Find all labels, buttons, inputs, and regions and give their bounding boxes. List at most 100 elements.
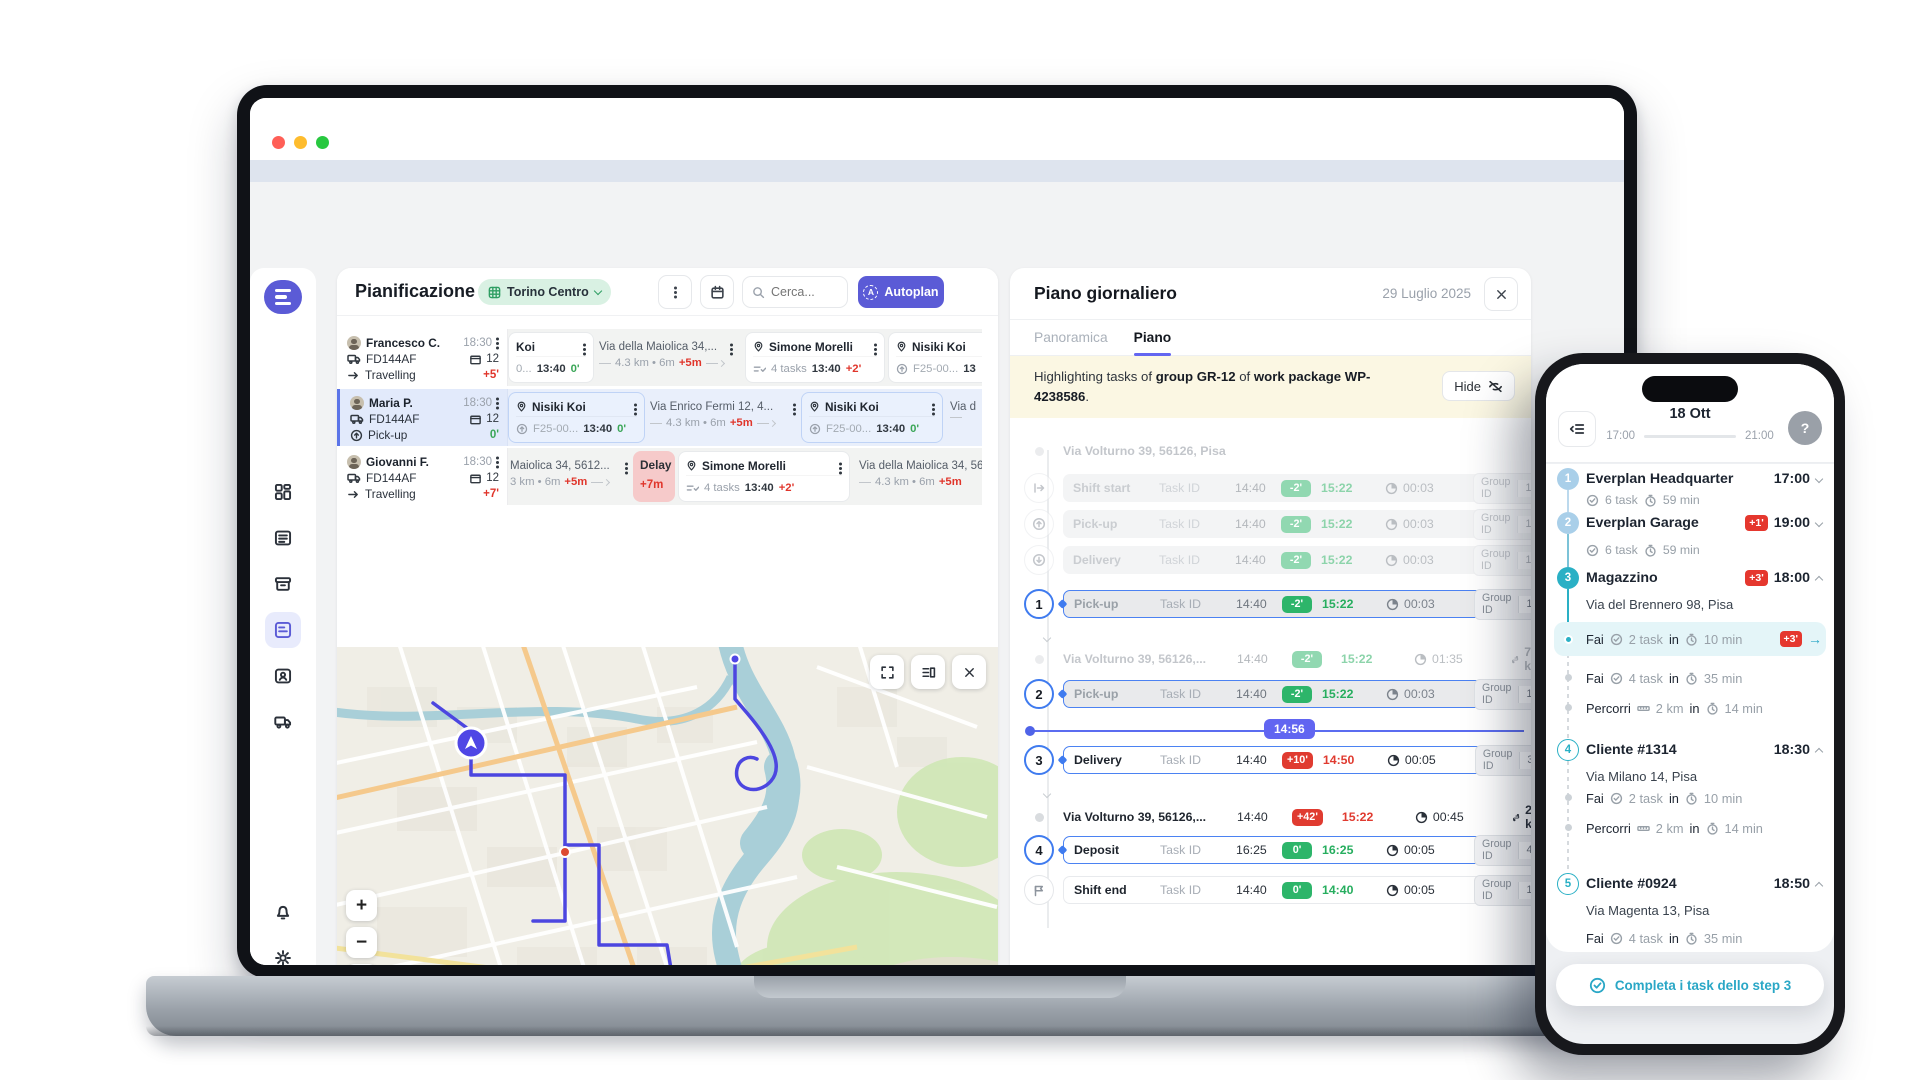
step-row-2[interactable]: 2 Pick-upTask ID14:40-2'15:2200:03Group … <box>1024 680 1524 708</box>
map-layers-button[interactable] <box>911 655 945 689</box>
kebab-icon[interactable] <box>496 461 499 464</box>
chevron-up-icon[interactable] <box>1815 576 1823 584</box>
driver-card[interactable]: Giovanni F.18:30 FD144AF12 Travelling+7' <box>337 448 508 505</box>
tab-panoramica[interactable]: Panoramica <box>1034 320 1108 355</box>
stop-card[interactable]: Koi 0...13:400' <box>508 332 594 383</box>
zoom-window-button[interactable] <box>316 136 329 149</box>
task-row-active[interactable]: Fai 2 task in 10 min +3'→ <box>1586 628 1822 650</box>
kebab-icon[interactable] <box>496 342 499 345</box>
stop-row[interactable]: Cliente #0924 18:50 <box>1586 872 1822 896</box>
travel-card[interactable]: Maiolica 34, 5612... 3 km • 6m+5m <box>508 451 630 502</box>
driver-card[interactable]: Francesco C.18:30 FD144AF12 Travelling+5… <box>337 329 508 386</box>
stop-row[interactable]: Everplan Garage +1'19:00 <box>1586 511 1822 535</box>
task-row-shift-start[interactable]: Shift startTask ID14:40-2'15:2200:03Grou… <box>1024 474 1524 502</box>
chevron-up-icon[interactable] <box>1815 748 1823 756</box>
autoplan-button[interactable]: A Autoplan <box>858 276 944 308</box>
plan-timeline[interactable]: Via Volturno 39, 56126, Pisa Shift start… <box>1010 418 1531 965</box>
driver-card[interactable]: Maria P.18:30 FD144AF12 Pick-up0' <box>337 389 508 446</box>
more-options-button[interactable] <box>658 275 692 309</box>
dispatch-rows: Francesco C.18:30 FD144AF12 Travelling+5… <box>337 316 982 516</box>
planning-panel: Pianificazione Torino Centro A Autoplan <box>337 268 998 965</box>
task-row[interactable]: Percorri 2 km in 14 min <box>1586 697 1822 719</box>
task-row[interactable]: Fai 4 task in 35 min <box>1586 927 1822 949</box>
task-row-pickup[interactable]: Pick-upTask ID14:40-2'15:2200:03Group ID… <box>1024 510 1524 538</box>
search-box[interactable] <box>742 276 848 308</box>
task-row[interactable]: Percorri 2 km in 14 min <box>1586 817 1822 839</box>
kebab-icon[interactable] <box>496 402 499 405</box>
kebab-icon[interactable] <box>839 467 842 470</box>
everplan-logo-icon[interactable] <box>264 280 302 314</box>
hide-highlight-button[interactable]: Hide <box>1442 371 1515 401</box>
kebab-icon[interactable] <box>625 467 628 470</box>
travel-row-1[interactable]: Via Volturno 39, 56126,...14:40-2'15:220… <box>1024 646 1524 672</box>
kebab-icon[interactable] <box>730 348 733 351</box>
rail-dot <box>1035 655 1044 664</box>
driver-row-maria[interactable]: Maria P.18:30 FD144AF12 Pick-up0' Nisiki… <box>337 389 982 446</box>
sidebar-item-orders[interactable] <box>265 520 301 556</box>
go-arrow-icon[interactable]: → <box>1808 632 1822 646</box>
complete-step-tasks-button[interactable]: Completa i task dello step 3 <box>1556 964 1824 1006</box>
stop-row[interactable]: Everplan Headquarter 17:00 <box>1586 467 1822 491</box>
sidebar-item-planning[interactable] <box>265 612 301 648</box>
stop-card-selected[interactable]: Nisiki Koi F25-00...13:400' <box>801 392 943 443</box>
app-background: Pianificazione Torino Centro A Autoplan <box>250 182 1624 965</box>
calendar-button[interactable] <box>700 275 734 309</box>
stop-row[interactable]: Magazzino +3'18:00 <box>1586 566 1822 590</box>
travel-card[interactable]: Via d <box>948 392 982 443</box>
stop-row[interactable]: Cliente #1314 18:30 <box>1586 738 1822 762</box>
task-row[interactable]: Fai 4 task in 35 min <box>1586 667 1822 689</box>
search-input[interactable] <box>771 285 835 299</box>
task-row[interactable]: Fai 2 task in 10 min <box>1586 787 1822 809</box>
driver-row-francesco[interactable]: Francesco C.18:30 FD144AF12 Travelling+5… <box>337 329 982 386</box>
zoom-out-button[interactable]: − <box>346 927 377 958</box>
close-window-button[interactable] <box>272 136 285 149</box>
stop-summary: 6 task 59 min <box>1586 491 1822 509</box>
step-row-1[interactable]: 1 Pick-upTask ID14:40-2'15:2200:03Group … <box>1024 590 1524 618</box>
settings-button[interactable] <box>265 940 301 965</box>
zone-selector[interactable]: Torino Centro <box>478 279 611 305</box>
fit-bounds-button[interactable] <box>346 964 377 965</box>
map[interactable]: + − <box>337 647 998 965</box>
laptop-screen: Pianificazione Torino Centro A Autoplan <box>250 98 1624 965</box>
task-row-delivery[interactable]: DeliveryTask ID14:40-2'15:2200:03Group I… <box>1024 546 1524 574</box>
stop-card[interactable]: Simone Morelli 4 tasks13:40+2' <box>745 332 885 383</box>
stop-card-selected[interactable]: Nisiki Koi F25-00...13:400' <box>508 392 645 443</box>
group-chip: Group ID3/4 <box>1475 745 1531 776</box>
kebab-icon[interactable] <box>932 408 935 411</box>
rail-segment <box>1567 654 1569 739</box>
box-icon <box>469 413 482 426</box>
sidebar-item-contacts[interactable] <box>265 658 301 694</box>
map-fullscreen-button[interactable] <box>870 655 904 689</box>
chevron-down-icon[interactable] <box>1815 519 1823 527</box>
stops-list[interactable]: 1 2 3 4 5 Everplan Headquarter 17:00 6 t… <box>1546 464 1834 952</box>
sidebar-item-inventory[interactable] <box>265 566 301 602</box>
tab-piano[interactable]: Piano <box>1134 320 1172 355</box>
kebab-icon[interactable] <box>583 348 586 351</box>
travel-card[interactable]: Via della Maiolica 34,... 4.3 km • 6m+5m <box>597 332 735 383</box>
travel-card[interactable]: Via Enrico Fermi 12, 4... 4.3 km • 6m+5m <box>648 392 798 443</box>
step-row-4[interactable]: 4 DepositTask ID16:250'16:2500:05Group I… <box>1024 836 1524 864</box>
kebab-icon[interactable] <box>793 408 796 411</box>
delay-card[interactable]: Delay +7m <box>633 451 675 502</box>
task-row-shift-end[interactable]: Shift endTask ID14:400'14:4000:05Group I… <box>1024 876 1524 904</box>
zoom-in-button[interactable]: + <box>346 890 377 921</box>
notifications-button[interactable] <box>265 894 301 930</box>
travel-card[interactable]: Via della Maiolica 34, 56 4.3 km • 6m+5m <box>857 451 982 502</box>
stop-card[interactable]: Nisiki Koi F25-00...13 <box>888 332 982 383</box>
stop-card[interactable]: Simone Morelli 4 tasks13:40+2' <box>678 451 850 502</box>
kebab-icon[interactable] <box>634 408 637 411</box>
map-close-button[interactable] <box>952 655 986 689</box>
check-circle-icon <box>1589 977 1606 994</box>
sidebar-item-fleet[interactable] <box>265 704 301 740</box>
step-row-3[interactable]: 3 DeliveryTask ID14:40+10'14:5000:05Grou… <box>1024 746 1524 774</box>
chevron-up-icon[interactable] <box>1815 882 1823 890</box>
minimize-window-button[interactable] <box>294 136 307 149</box>
kebab-icon[interactable] <box>874 348 877 351</box>
chevron-down-icon[interactable] <box>1815 475 1823 483</box>
sidebar-item-dashboard[interactable] <box>265 474 301 510</box>
close-panel-button[interactable] <box>1484 277 1518 311</box>
plan-title: Piano giornaliero <box>1034 283 1177 304</box>
help-button[interactable]: ? <box>1788 411 1822 445</box>
travel-row-2[interactable]: Via Volturno 39, 56126,...14:40+42'15:22… <box>1024 804 1524 830</box>
driver-row-giovanni[interactable]: Giovanni F.18:30 FD144AF12 Travelling+7'… <box>337 448 982 505</box>
